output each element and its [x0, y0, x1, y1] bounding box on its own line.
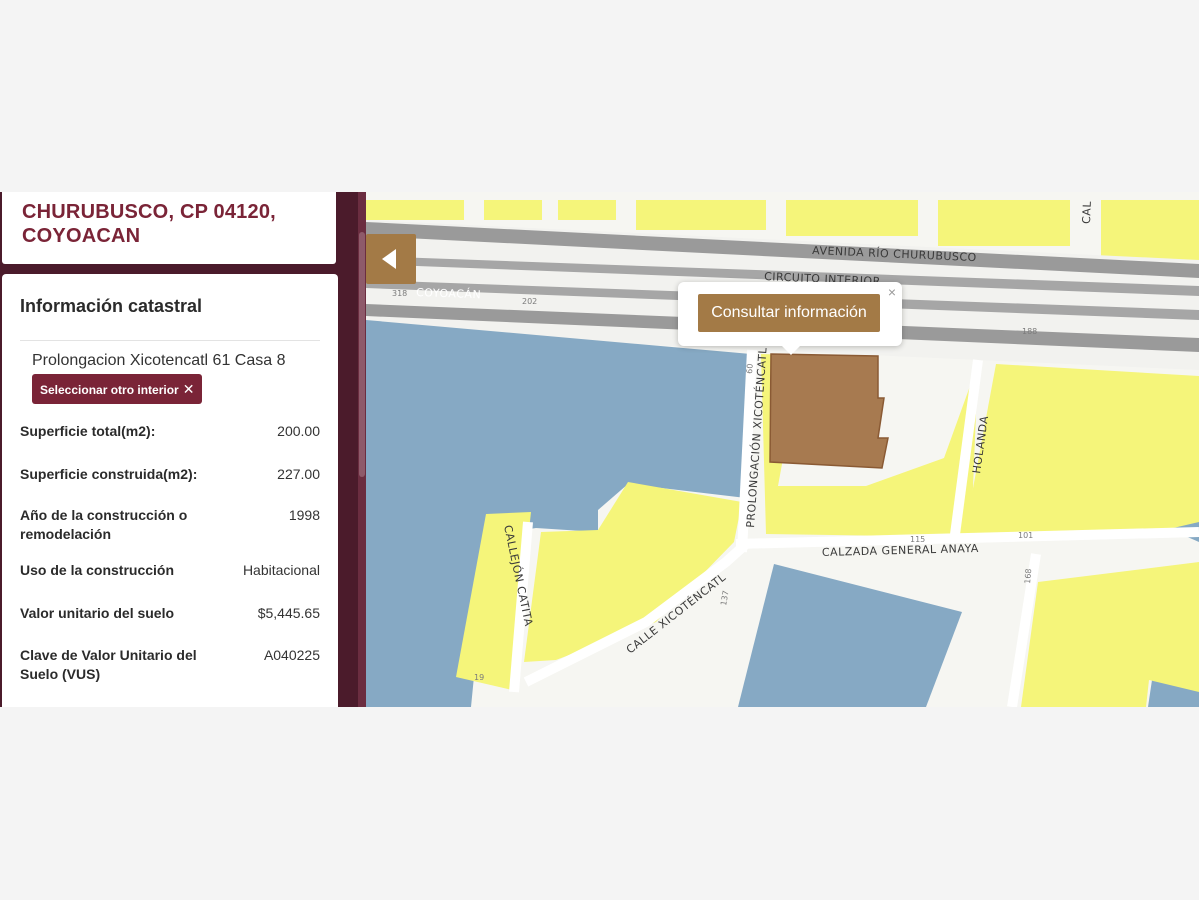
row-value: Habitacional — [242, 562, 320, 578]
property-address: Prolongacion Xicotencatl 61 Casa 8 — [32, 352, 286, 369]
row-label: Uso de la construcción — [20, 562, 175, 578]
address-line-2: COYOACAN — [22, 225, 141, 247]
row-value: 200.00 — [277, 423, 320, 439]
house-number: 168 — [1023, 568, 1033, 584]
popup-close-icon[interactable]: × — [888, 284, 896, 300]
select-button-label: Seleccionar otro interior — [40, 383, 179, 397]
house-number: 188 — [1022, 327, 1037, 336]
map-view[interactable]: AVENIDA RÍO CHURUBUSCO CIRCUITO INTERIOR… — [366, 192, 1199, 707]
house-number: 19 — [474, 673, 484, 682]
address-card: CHURUBUSCO, CP 04120, COYOACAN — [2, 192, 336, 264]
row-label: Superficie total(m2): — [20, 423, 156, 439]
consult-info-button[interactable]: Consultar información — [698, 294, 880, 332]
row-label: Año de la construcción o remodelación — [20, 507, 188, 542]
address-line-1: CHURUBUSCO, CP 04120, — [22, 201, 276, 223]
chevron-left-icon — [382, 249, 396, 269]
app-frame: CHURUBUSCO, CP 04120, COYOACAN Informaci… — [0, 192, 1199, 707]
row-value: 227.00 — [277, 466, 320, 482]
house-number: 115 — [910, 535, 925, 544]
house-number: 202 — [522, 297, 537, 306]
row-value: $5,445.65 — [257, 605, 320, 621]
close-icon: ✕ — [182, 381, 195, 397]
row-value: A040225 — [263, 647, 320, 663]
row-label: Superficie construida(m2): — [20, 466, 198, 482]
divider — [20, 340, 320, 341]
row-label: Valor unitario del suelo — [20, 605, 175, 621]
select-other-interior-button[interactable]: Seleccionar otro interior ✕ — [32, 374, 203, 404]
collapse-sidebar-button[interactable] — [366, 234, 416, 284]
cadastral-info-card: Información catastral Prolongacion Xicot… — [2, 274, 338, 707]
map-canvas: AVENIDA RÍO CHURUBUSCO CIRCUITO INTERIOR… — [366, 192, 1199, 707]
house-number: 101 — [1018, 531, 1033, 540]
address-title: CHURUBUSCO, CP 04120, COYOACAN — [22, 200, 322, 248]
info-title: Información catastral — [20, 296, 203, 316]
row-label: Clave de Valor Unitario del Suelo (VUS) — [20, 647, 197, 682]
selected-parcel[interactable] — [769, 353, 889, 469]
house-number: 318 — [392, 289, 407, 298]
scrollbar-thumb[interactable] — [359, 232, 365, 477]
row-value: 1998 — [288, 507, 320, 523]
map-popup: Consultar información × — [678, 282, 902, 355]
house-number: 60 — [745, 363, 755, 374]
street-label: COYOACÁN — [416, 286, 482, 301]
street-label: CAL — [1080, 200, 1094, 224]
